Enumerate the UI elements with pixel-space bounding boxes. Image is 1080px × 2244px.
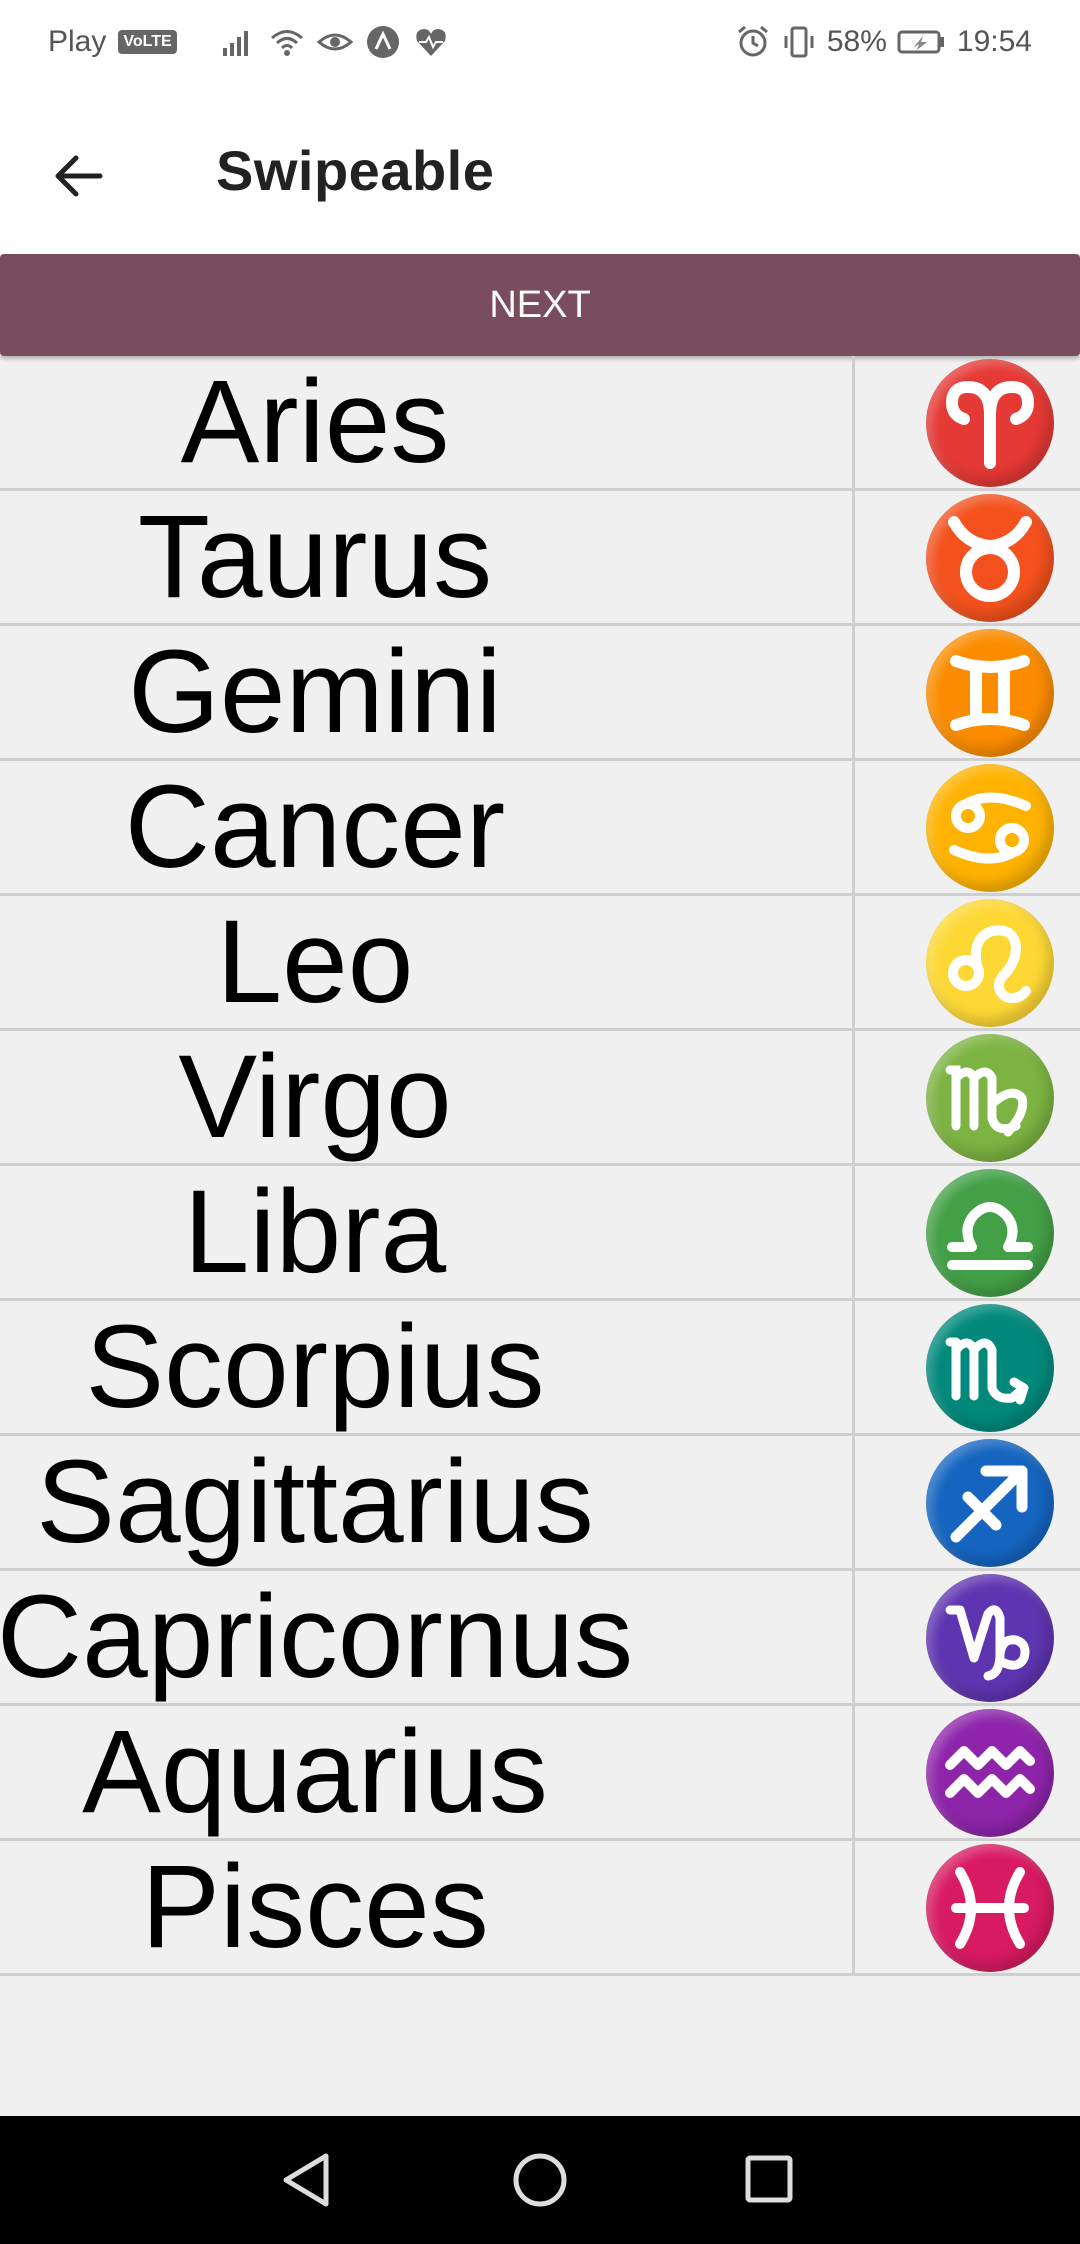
sagittarius-icon — [926, 1439, 1054, 1567]
app-bar: Swipeable — [0, 86, 1080, 254]
zodiac-list: Aries Taurus Gemini Cancer Leo Virgo Lib… — [0, 356, 1080, 1976]
status-right: 58% 19:54 — [735, 24, 1032, 60]
battery-icon — [897, 30, 944, 54]
status-bar: Play VoLTE 58% 19:54 — [0, 0, 1080, 86]
home-circle-icon[interactable] — [504, 2144, 576, 2216]
list-item[interactable]: Leo — [0, 896, 1080, 1031]
eye-icon — [316, 33, 353, 51]
volte-badge: VoLTE — [118, 30, 177, 54]
page-title: Swipeable — [216, 139, 495, 202]
list-item[interactable]: Sagittarius — [0, 1436, 1080, 1571]
vibrate-icon — [784, 26, 814, 58]
sign-name: Gemini — [128, 626, 502, 758]
capricorn-icon — [926, 1574, 1054, 1702]
recents-square-icon[interactable] — [734, 2144, 806, 2216]
list-item[interactable]: Scorpius — [0, 1301, 1080, 1436]
back-button[interactable] — [38, 136, 118, 216]
battery-percent: 58% — [826, 25, 887, 58]
sign-name: Taurus — [137, 491, 493, 623]
alarm-icon — [737, 25, 768, 57]
aquarius-icon — [926, 1709, 1054, 1837]
scorpio-icon — [926, 1304, 1054, 1432]
sign-name: Cancer — [124, 761, 506, 893]
list-item[interactable]: Taurus — [0, 491, 1080, 626]
wifi-icon — [270, 30, 303, 56]
heart-icon — [415, 29, 446, 56]
list-item[interactable]: Aries — [0, 356, 1080, 491]
sign-name: Sagittarius — [36, 1436, 594, 1568]
sign-name: Libra — [183, 1166, 447, 1298]
list-item[interactable]: Virgo — [0, 1031, 1080, 1166]
back-triangle-icon[interactable] — [272, 2144, 344, 2216]
divider — [852, 761, 855, 896]
divider — [852, 1031, 855, 1166]
leo-icon — [926, 899, 1054, 1027]
divider — [852, 626, 855, 761]
divider — [852, 896, 855, 1031]
aries-icon — [926, 359, 1054, 487]
cancer-icon — [926, 764, 1054, 892]
divider — [852, 491, 855, 626]
pisces-icon — [926, 1844, 1054, 1972]
libra-icon — [926, 1169, 1054, 1297]
list-item[interactable]: Aquarius — [0, 1706, 1080, 1841]
taurus-icon — [926, 494, 1054, 622]
sign-name: Scorpius — [85, 1301, 545, 1433]
sign-name: Aquarius — [82, 1706, 548, 1838]
divider — [852, 1436, 855, 1571]
sign-name: Pisces — [141, 1841, 489, 1973]
clock: 19:54 — [956, 25, 1032, 58]
divider — [852, 1841, 855, 1976]
list-item[interactable]: Pisces — [0, 1841, 1080, 1976]
sign-name: Capricornus — [0, 1571, 634, 1703]
status-left: Play VoLTE — [48, 24, 449, 60]
app-icon — [366, 26, 399, 58]
gemini-icon — [926, 629, 1054, 757]
carrier-label: Play — [48, 25, 107, 58]
list-item[interactable]: Cancer — [0, 761, 1080, 896]
list-item[interactable]: Libra — [0, 1166, 1080, 1301]
sign-name: Leo — [216, 896, 414, 1028]
divider — [852, 1571, 855, 1706]
sign-name: Virgo — [178, 1031, 452, 1163]
arrow-left-icon — [55, 155, 103, 197]
divider — [852, 1301, 855, 1436]
signal-icon — [222, 31, 248, 56]
list-item[interactable]: Capricornus — [0, 1571, 1080, 1706]
sign-name: Aries — [180, 356, 450, 488]
list-item[interactable]: Gemini — [0, 626, 1080, 761]
divider — [852, 356, 855, 491]
divider — [852, 1166, 855, 1301]
next-button[interactable]: NEXT — [0, 254, 1080, 356]
virgo-icon — [926, 1034, 1054, 1162]
divider — [852, 1706, 855, 1841]
navigation-bar — [0, 2116, 1080, 2244]
